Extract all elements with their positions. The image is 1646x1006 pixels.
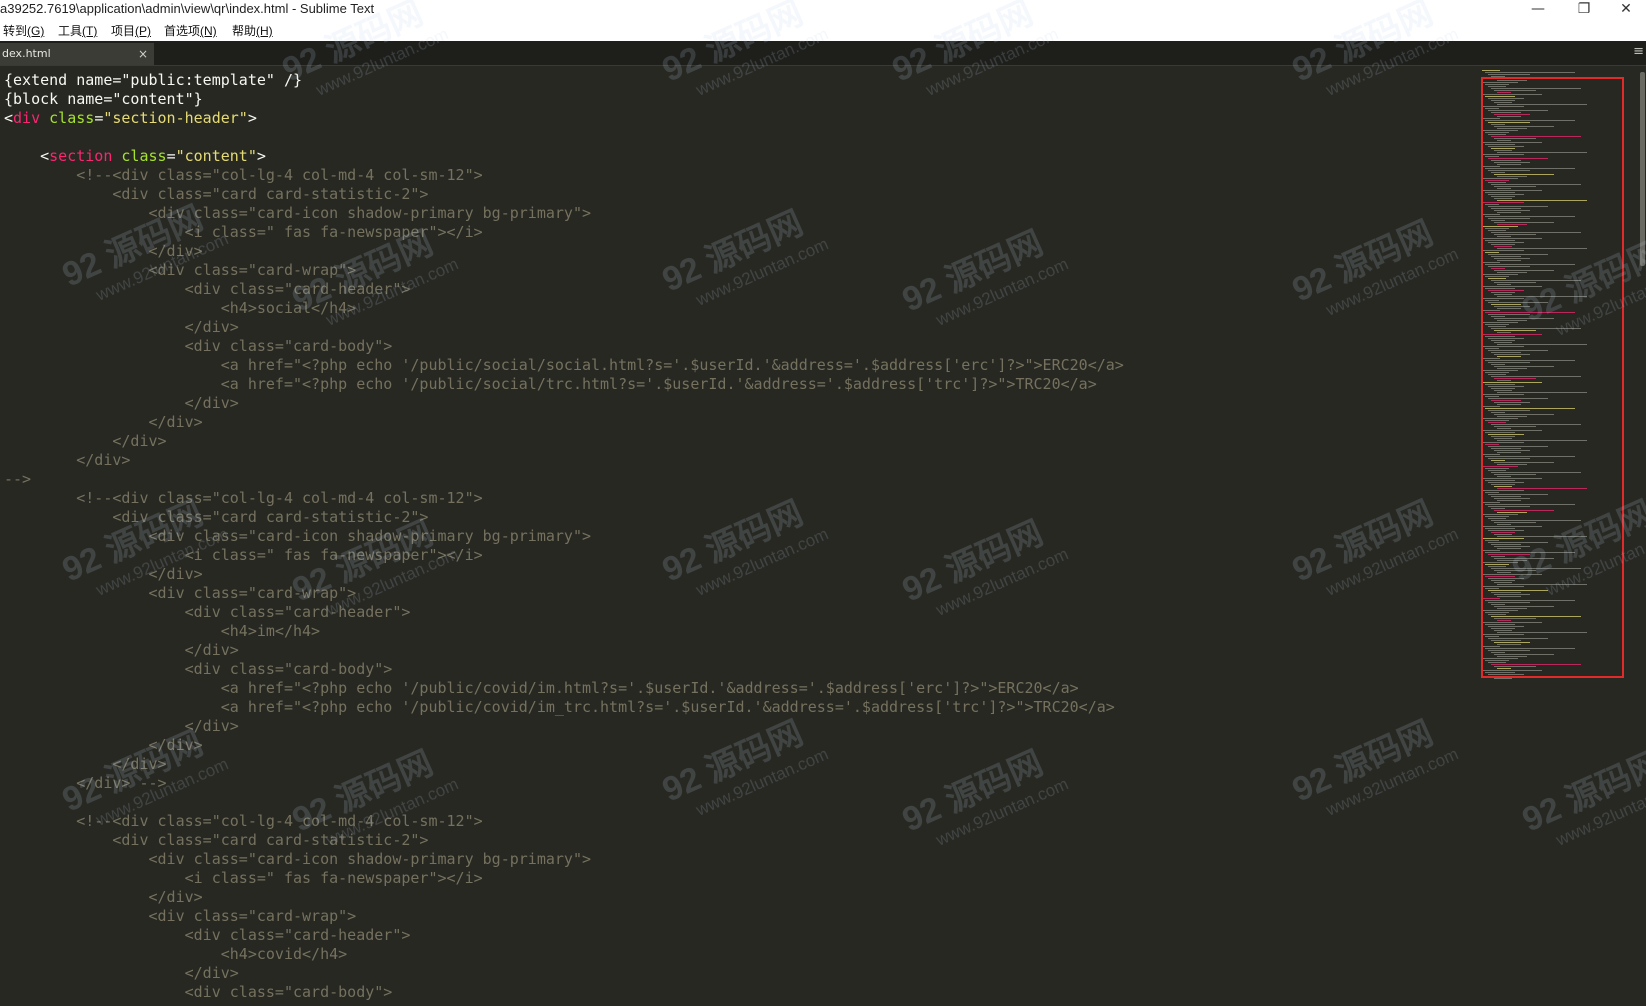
- code-line[interactable]: <h4>social</h4>: [4, 299, 1124, 318]
- restore-button[interactable]: ❐: [1564, 0, 1604, 20]
- menu-help-label: 帮助: [232, 24, 257, 38]
- code-line[interactable]: <div class="card-body">: [4, 660, 1124, 679]
- code-line[interactable]: <div class="card-body">: [4, 337, 1124, 356]
- code-line[interactable]: <i class=" fas fa-newspaper"></i>: [4, 546, 1124, 565]
- menu-project-key: (P): [135, 24, 152, 38]
- menu-preferences-label: 首选项: [164, 24, 201, 38]
- window-title: a39252.7619\application\admin\view\qr\in…: [0, 1, 375, 16]
- code-line[interactable]: <div class="card card-statistic-2">: [4, 508, 1124, 527]
- code-line[interactable]: <div class="card-header">: [4, 280, 1124, 299]
- code-line[interactable]: <div class="card-body">: [4, 983, 1124, 1002]
- hamburger-menu-icon[interactable]: ≡: [1633, 44, 1644, 59]
- code-line[interactable]: <div class="card-header">: [4, 603, 1124, 622]
- minimap-highlight-box: [1481, 77, 1624, 678]
- code-line[interactable]: </div>: [4, 394, 1124, 413]
- menu-help-key: (H): [256, 24, 273, 38]
- code-line[interactable]: <a href="<?php echo '/public/covid/im_tr…: [4, 698, 1124, 717]
- code-line[interactable]: <div class="card card-statistic-2">: [4, 831, 1124, 850]
- code-line[interactable]: <div class="card-icon shadow-primary bg-…: [4, 527, 1124, 546]
- code-line[interactable]: <div class="card-icon shadow-primary bg-…: [4, 850, 1124, 869]
- code-line[interactable]: {block name="content"}: [4, 90, 1124, 109]
- code-line[interactable]: </div>: [4, 242, 1124, 261]
- code-line[interactable]: </div>: [4, 736, 1124, 755]
- code-line[interactable]: <div class="card card-statistic-2">: [4, 185, 1124, 204]
- code-line[interactable]: <a href="<?php echo '/public/social/trc.…: [4, 375, 1124, 394]
- menu-project[interactable]: 项目(P): [111, 22, 151, 39]
- menu-tools-label: 工具: [58, 24, 83, 38]
- code-line[interactable]: <div class="card-wrap">: [4, 261, 1124, 280]
- menu-bar: 转到(G) 工具(T) 项目(P) 首选项(N) 帮助(H): [0, 20, 1646, 41]
- code-line[interactable]: <i class=" fas fa-newspaper"></i>: [4, 223, 1124, 242]
- tab-bar: dex.html × ≡: [0, 41, 1646, 66]
- code-line[interactable]: <!--<div class="col-lg-4 col-md-4 col-sm…: [4, 812, 1124, 831]
- code-line[interactable]: -->: [4, 470, 1124, 489]
- code-line[interactable]: </div>: [4, 717, 1124, 736]
- code-text[interactable]: {extend name="public:template" /} {block …: [4, 71, 1124, 1002]
- menu-preferences[interactable]: 首选项(N): [164, 22, 217, 39]
- code-line[interactable]: </div>: [4, 964, 1124, 983]
- menu-goto[interactable]: 转到(G): [3, 22, 44, 39]
- close-button[interactable]: ✕: [1606, 0, 1646, 20]
- code-line[interactable]: </div>: [4, 888, 1124, 907]
- tab-label: dex.html: [2, 47, 51, 60]
- code-line[interactable]: </div>: [4, 413, 1124, 432]
- code-line[interactable]: {extend name="public:template" /}: [4, 71, 1124, 90]
- code-line[interactable]: ​: [4, 793, 1124, 812]
- code-line[interactable]: </div>: [4, 318, 1124, 337]
- tab-close-icon[interactable]: ×: [138, 43, 148, 65]
- code-line[interactable]: <!--<div class="col-lg-4 col-md-4 col-sm…: [4, 166, 1124, 185]
- code-line[interactable]: <div class="card-header">: [4, 926, 1124, 945]
- code-line[interactable]: <h4>im</h4>: [4, 622, 1124, 641]
- vertical-scrollbar[interactable]: [1639, 66, 1646, 1006]
- menu-tools[interactable]: 工具(T): [58, 22, 97, 39]
- code-line[interactable]: <i class=" fas fa-newspaper"></i>: [4, 869, 1124, 888]
- code-line[interactable]: </div>: [4, 641, 1124, 660]
- watermark: 92 源码网www.92luntan.com: [1516, 743, 1646, 850]
- code-line[interactable]: <!--<div class="col-lg-4 col-md-4 col-sm…: [4, 489, 1124, 508]
- menu-project-label: 项目: [111, 24, 136, 38]
- code-line[interactable]: </div>: [4, 451, 1124, 470]
- code-line[interactable]: </div> -->: [4, 774, 1124, 793]
- menu-tools-key: (T): [82, 24, 98, 38]
- minimize-button[interactable]: —: [1518, 0, 1558, 20]
- code-line[interactable]: ​: [4, 128, 1124, 147]
- code-line[interactable]: </div>: [4, 432, 1124, 451]
- menu-goto-key: (G): [27, 24, 45, 38]
- scrollbar-thumb[interactable]: [1640, 72, 1645, 266]
- tab-index-html[interactable]: dex.html ×: [0, 43, 154, 65]
- title-bar: a39252.7619\application\admin\view\qr\in…: [0, 0, 1646, 20]
- code-editor[interactable]: {extend name="public:template" /} {block …: [0, 66, 1470, 1006]
- code-line[interactable]: <div class="card-wrap">: [4, 584, 1124, 603]
- menu-preferences-key: (N): [200, 24, 217, 38]
- code-line[interactable]: <h4>covid</h4>: [4, 945, 1124, 964]
- menu-help[interactable]: 帮助(H): [232, 22, 273, 39]
- menu-goto-label: 转到: [3, 24, 28, 38]
- code-line[interactable]: <section class="content">: [4, 147, 1124, 166]
- code-line[interactable]: <a href="<?php echo '/public/social/soci…: [4, 356, 1124, 375]
- code-line[interactable]: <div class="card-wrap">: [4, 907, 1124, 926]
- code-line[interactable]: <a href="<?php echo '/public/covid/im.ht…: [4, 679, 1124, 698]
- code-line[interactable]: </div>: [4, 565, 1124, 584]
- code-line[interactable]: <div class="section-header">: [4, 109, 1124, 128]
- code-line[interactable]: <div class="card-icon shadow-primary bg-…: [4, 204, 1124, 223]
- code-line[interactable]: </div>: [4, 755, 1124, 774]
